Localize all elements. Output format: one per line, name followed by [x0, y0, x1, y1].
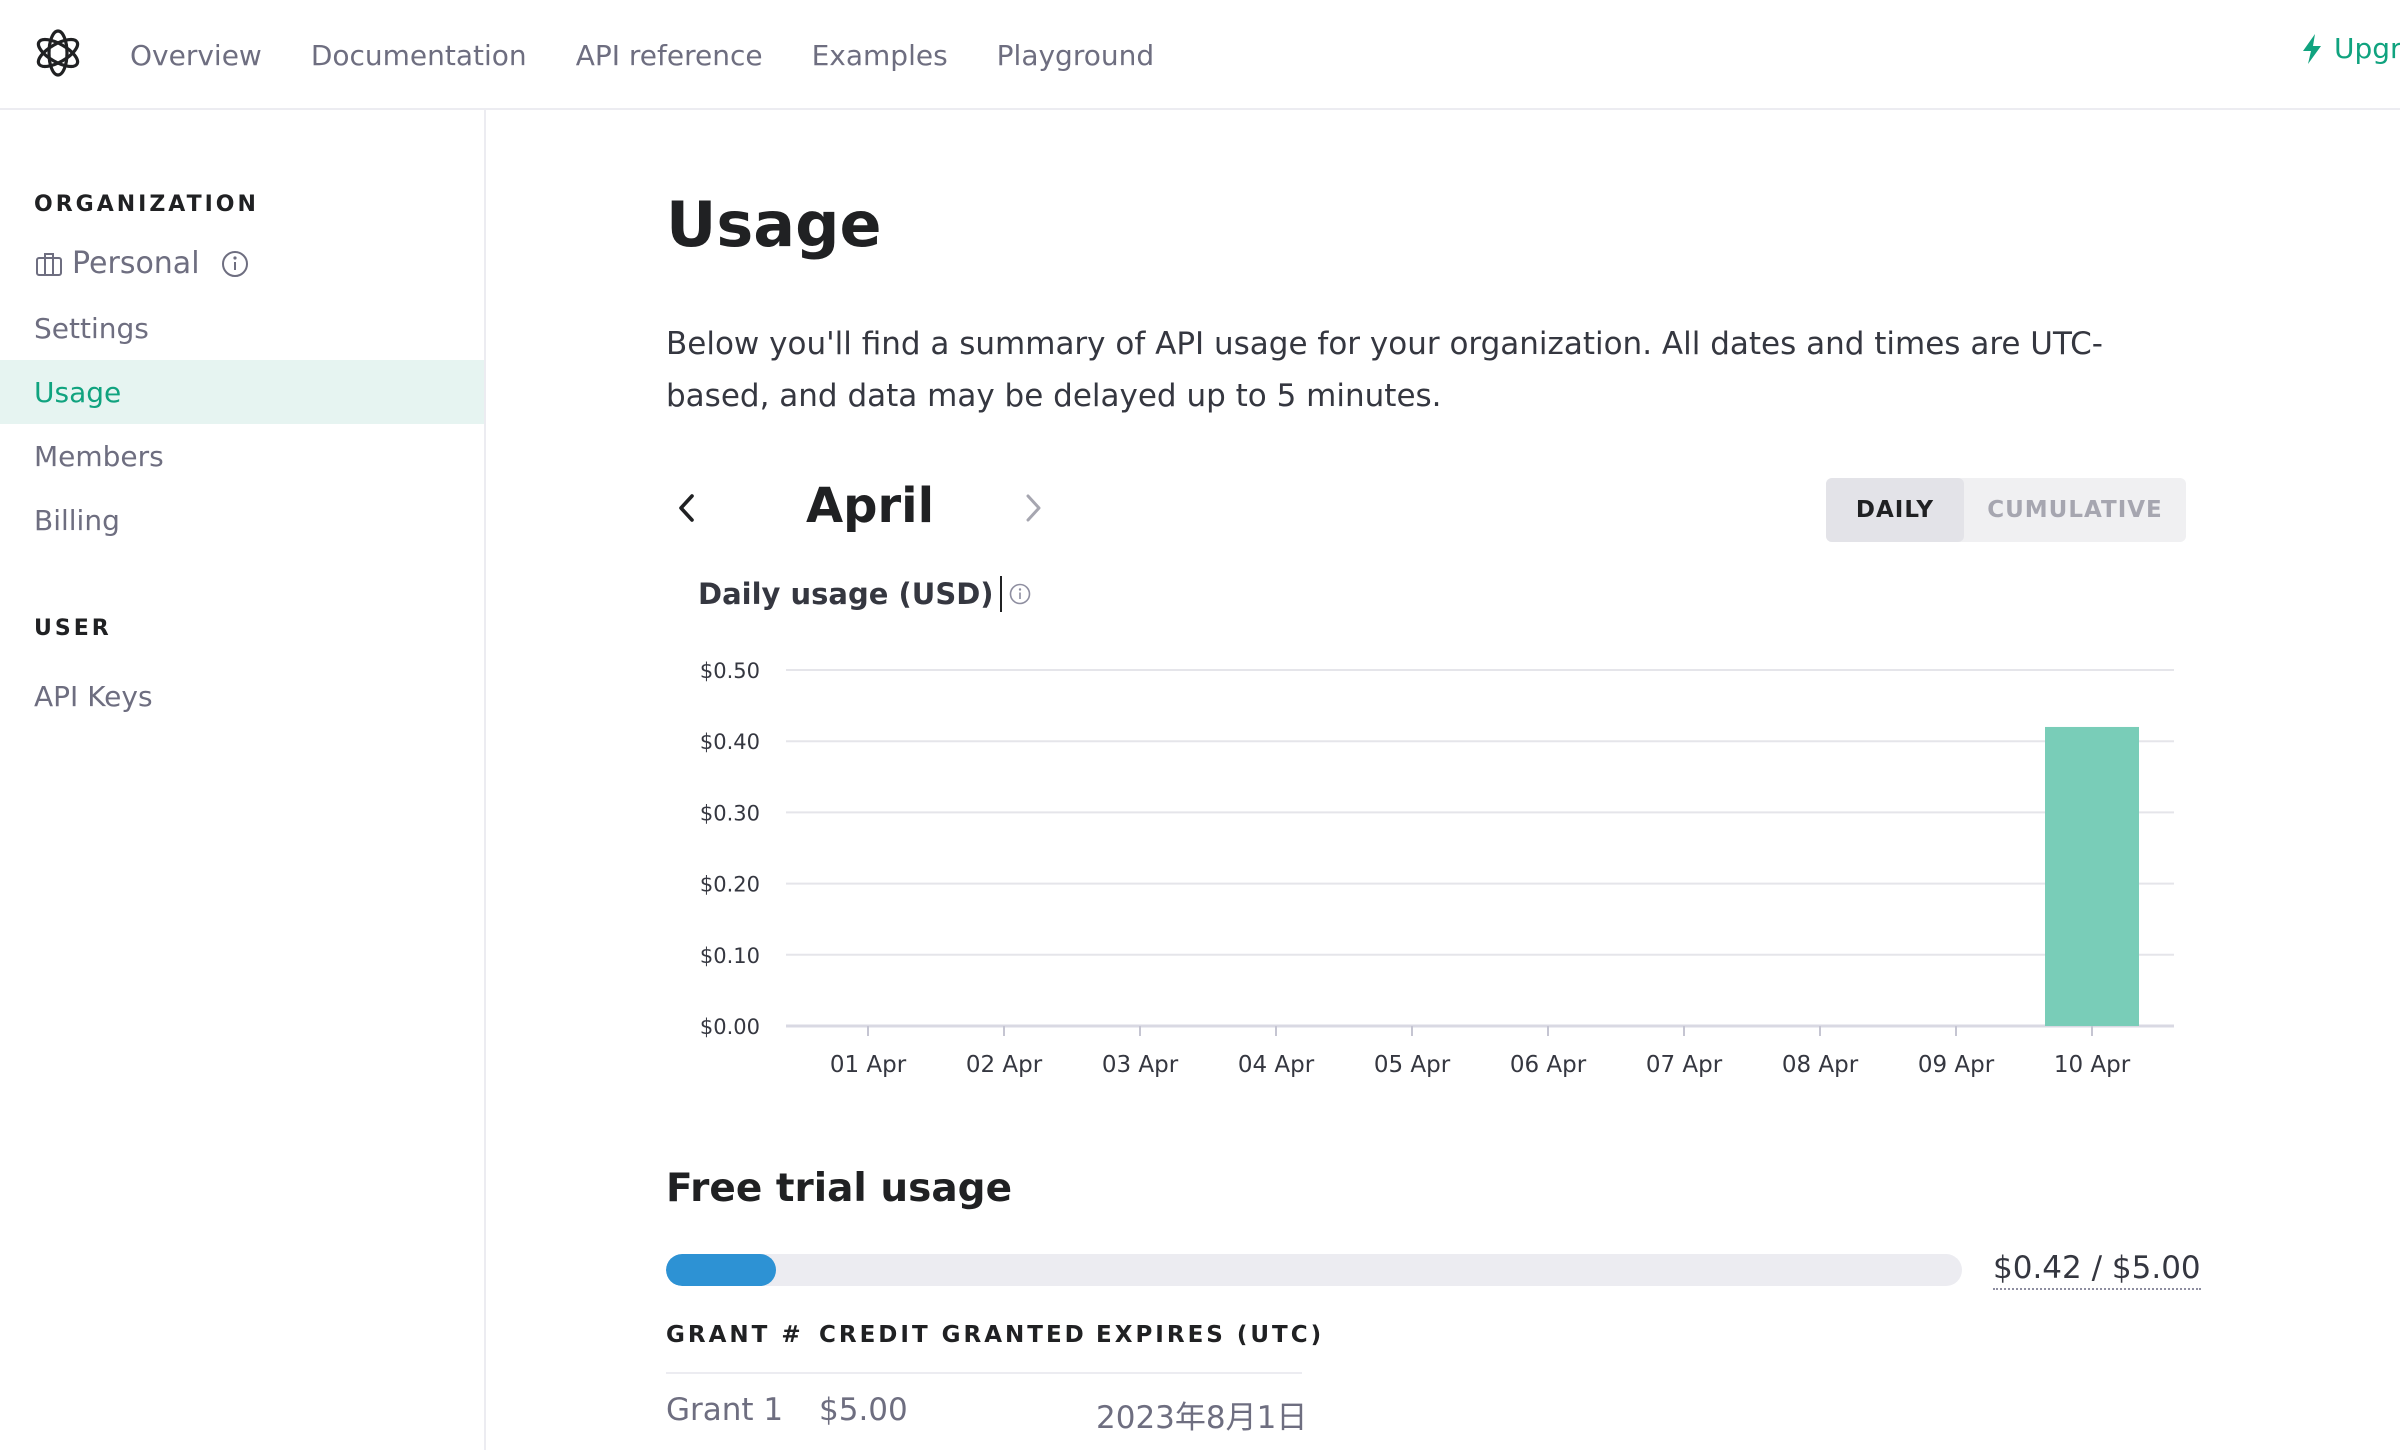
intro-text: Below you'll find a summary of API usage… — [666, 326, 2103, 414]
usage-amount[interactable]: $0.42 / $5.00 — [1993, 1250, 2201, 1290]
progress-fill — [666, 1254, 777, 1286]
nav-playground[interactable]: Playground — [997, 39, 1154, 72]
x-tick-label: 06 Apr — [1510, 1052, 1587, 1078]
sidebar-item-billing[interactable]: Billing — [0, 488, 484, 552]
free-trial-progress — [666, 1254, 1962, 1286]
sidebar-item-members[interactable]: Members — [0, 424, 484, 488]
cumulative-toggle-button[interactable]: CUMULATIVE — [1964, 478, 2186, 542]
x-tick-label: 03 Apr — [1102, 1052, 1179, 1078]
nav-api-reference[interactable]: API reference — [576, 39, 763, 72]
sidebar: ORGANIZATION Personal Settings Usage Mem… — [0, 110, 486, 1450]
nav-documentation[interactable]: Documentation — [311, 39, 527, 72]
x-tick-label: 10 Apr — [2054, 1052, 2131, 1078]
x-tick-label: 09 Apr — [1918, 1052, 1995, 1078]
chevron-right-icon[interactable] — [1018, 488, 1048, 528]
bar — [2045, 726, 2139, 1026]
x-tick-label: 01 Apr — [830, 1052, 907, 1078]
nav-examples[interactable]: Examples — [812, 39, 948, 72]
y-tick-label: $0.30 — [700, 801, 760, 825]
upgrade-label: Upgra — [2334, 32, 2400, 65]
x-tick-label: 05 Apr — [1374, 1052, 1451, 1078]
top-nav: Overview Documentation API reference Exa… — [0, 0, 2400, 110]
org-selector[interactable]: Personal — [34, 246, 250, 281]
lightning-icon — [2303, 33, 2321, 64]
chart-title-row: Daily usage (USD) — [698, 576, 1032, 612]
y-tick-label: $0.00 — [700, 1015, 760, 1039]
view-toggle: DAILY CUMULATIVE — [1826, 478, 2186, 542]
org-name: Personal — [72, 246, 200, 281]
x-tick-label: 02 Apr — [966, 1052, 1043, 1078]
y-tick-label: $0.10 — [700, 944, 760, 968]
page-title: Usage — [666, 188, 882, 261]
month-label: April — [806, 478, 935, 534]
x-tick-label: 04 Apr — [1238, 1052, 1315, 1078]
sidebar-item-usage[interactable]: Usage — [0, 360, 484, 424]
nav-links: Overview Documentation API reference Exa… — [130, 0, 1203, 110]
chevron-left-icon[interactable] — [672, 488, 702, 528]
grant-name-cell: Grant 1 — [666, 1392, 784, 1428]
expires-cell: 2023年8月1日 — [1096, 1400, 1308, 1436]
user-heading: USER — [34, 616, 112, 641]
nav-overview[interactable]: Overview — [130, 39, 262, 72]
organization-heading: ORGANIZATION — [34, 192, 259, 217]
info-icon[interactable] — [220, 249, 250, 279]
openai-logo-icon[interactable] — [30, 25, 86, 81]
upgrade-button[interactable]: Upgra — [2300, 32, 2400, 65]
text-cursor — [999, 576, 1002, 612]
sidebar-item-api-keys[interactable]: API Keys — [0, 664, 484, 728]
x-tick-label: 08 Apr — [1782, 1052, 1859, 1078]
info-icon[interactable] — [1008, 582, 1032, 606]
header-credit-granted: CREDIT GRANTED — [819, 1322, 1087, 1348]
credit-granted-cell: $5.00 — [819, 1392, 908, 1428]
briefcase-icon — [36, 252, 62, 276]
y-tick-label: $0.20 — [700, 873, 760, 897]
x-tick-label: 07 Apr — [1646, 1052, 1723, 1078]
sidebar-item-settings[interactable]: Settings — [0, 296, 484, 360]
header-grant-number: GRANT # — [666, 1322, 804, 1348]
y-tick-label: $0.50 — [700, 659, 760, 683]
daily-toggle-button[interactable]: DAILY — [1826, 478, 1964, 542]
chart-title: Daily usage (USD) — [698, 577, 994, 611]
daily-usage-chart: $0.00 $0.10 $0.20 $0.30 $0.40 $0.50 01 Apr 02 A… — [700, 659, 2174, 1078]
free-trial-title: Free trial usage — [666, 1166, 1013, 1211]
table-divider — [666, 1372, 1302, 1374]
y-tick-label: $0.40 — [700, 730, 760, 754]
header-expires: EXPIRES (UTC) — [1096, 1322, 1325, 1348]
